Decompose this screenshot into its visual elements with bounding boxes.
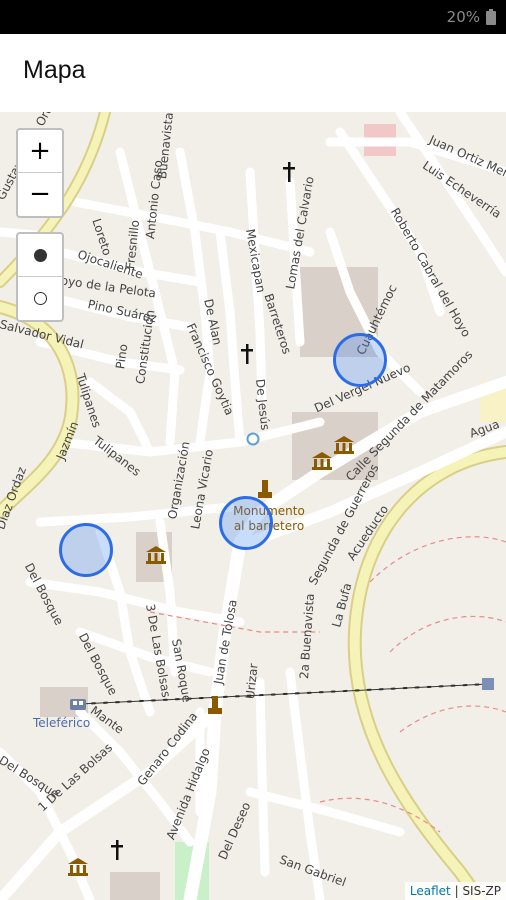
map-circle-marker[interactable] bbox=[333, 333, 387, 387]
church-icon bbox=[241, 344, 253, 364]
attribution-separator: | bbox=[450, 884, 463, 898]
empty-dot-button[interactable] bbox=[18, 276, 62, 319]
monument-icon bbox=[258, 480, 272, 498]
cable-car-label: Teleférico bbox=[33, 716, 91, 730]
museum-icon bbox=[334, 436, 354, 454]
map-circle-marker[interactable] bbox=[219, 496, 273, 550]
cable-car-icon bbox=[70, 699, 86, 710]
page-title: Mapa bbox=[23, 56, 86, 84]
attribution-source: SIS-ZP bbox=[462, 884, 501, 898]
monument-icon bbox=[208, 696, 222, 714]
zoom-in-button[interactable]: + bbox=[18, 130, 62, 172]
zoom-control: + − bbox=[16, 128, 64, 218]
empty-circle-icon bbox=[33, 291, 47, 305]
map-attribution: Leaflet | SIS-ZP bbox=[404, 882, 506, 900]
leaflet-link[interactable]: Leaflet bbox=[410, 884, 451, 898]
museum-icon bbox=[146, 546, 166, 564]
fountain-icon bbox=[246, 432, 260, 446]
status-bar: 20% bbox=[0, 0, 506, 34]
app-bar: Mapa bbox=[0, 34, 506, 113]
battery-icon bbox=[486, 9, 496, 25]
church-icon bbox=[283, 162, 295, 182]
museum-icon bbox=[68, 858, 88, 876]
filled-dot-button[interactable] bbox=[18, 234, 62, 276]
zoom-out-button[interactable]: − bbox=[18, 172, 62, 215]
map-view[interactable]: Gustavo Díaz Ordaz Loreto Fresnillo Buen… bbox=[0, 112, 506, 900]
filled-circle-icon bbox=[33, 248, 47, 262]
battery-percentage: 20% bbox=[446, 8, 480, 26]
church-icon bbox=[111, 840, 123, 860]
layer-control bbox=[16, 232, 64, 322]
museum-icon bbox=[312, 452, 332, 470]
map-circle-marker[interactable] bbox=[59, 523, 113, 577]
